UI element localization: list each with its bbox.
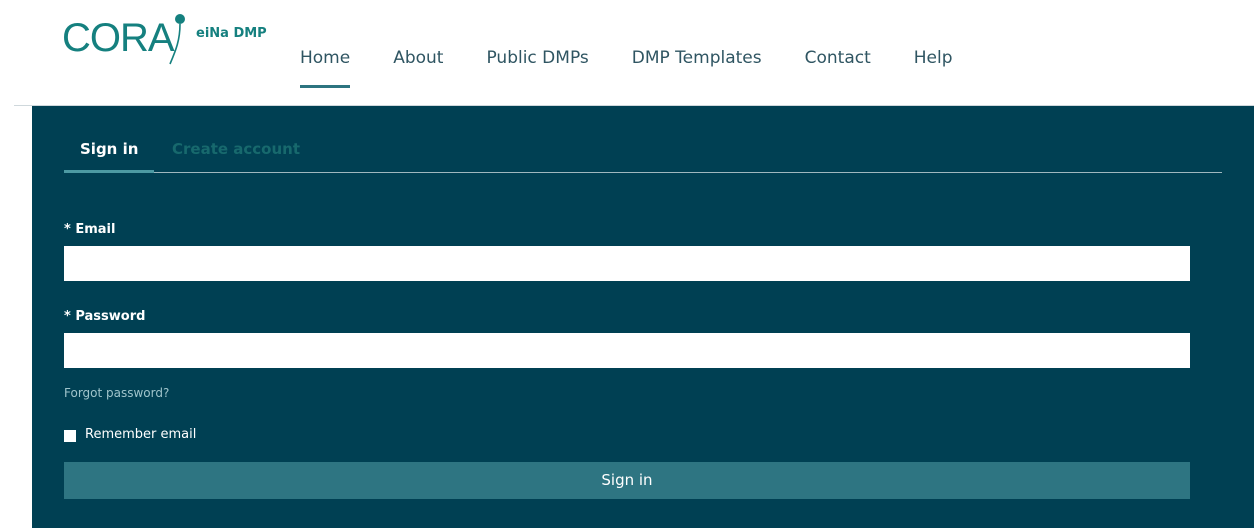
tab-sign-in[interactable]: Sign in [80, 140, 138, 158]
sign-in-button[interactable]: Sign in [64, 462, 1190, 499]
nav-dmp-templates[interactable]: DMP Templates [632, 46, 762, 90]
nav-home[interactable]: Home [300, 46, 351, 90]
tab-create-account[interactable]: Create account [172, 140, 300, 158]
nav-contact[interactable]: Contact [805, 46, 871, 90]
nav-about[interactable]: About [393, 46, 443, 90]
password-label: * Password [64, 309, 146, 324]
nav-public-dmps[interactable]: Public DMPs [486, 46, 588, 90]
remember-email-checkbox[interactable] [64, 430, 76, 442]
forgot-password-link[interactable]: Forgot password? [64, 386, 169, 400]
active-tab-indicator [64, 170, 154, 173]
sign-in-panel: Sign in Create account * Email * Passwor… [32, 106, 1254, 528]
email-field[interactable] [64, 246, 1190, 281]
nav-help[interactable]: Help [914, 46, 953, 90]
main-nav: Home About Public DMPs DMP Templates Con… [300, 46, 996, 90]
site-header: CORA eiNa DMP Home About Public DMPs DMP… [0, 0, 1254, 106]
email-label: * Email [64, 222, 116, 237]
pin-drop-icon [169, 14, 185, 65]
auth-tabs: Sign in Create account [64, 106, 1222, 173]
remember-email-row: Remember email [64, 426, 196, 442]
remember-email-label[interactable]: Remember email [85, 427, 196, 442]
logo-subtitle: eiNa DMP [196, 26, 267, 41]
password-field[interactable] [64, 333, 1190, 368]
logo-wordmark: CORA [62, 16, 175, 60]
site-logo[interactable]: CORA eiNa DMP [62, 12, 272, 68]
